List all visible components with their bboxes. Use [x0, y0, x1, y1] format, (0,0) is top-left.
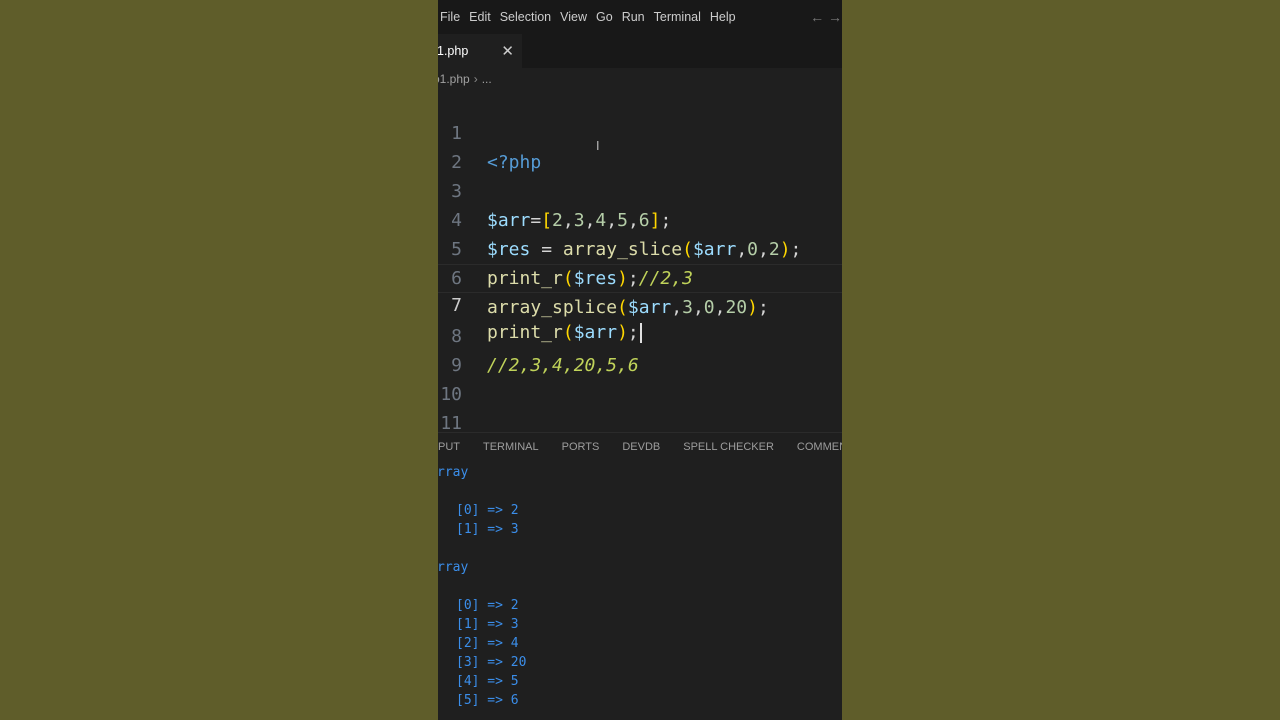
output-line: [2] => 4 [456, 636, 519, 651]
close-icon[interactable]: ✕ [501, 42, 514, 60]
code-editor[interactable]: I 1 <?php 2 3 $arr=[2,3,4,5,6]; 4 $res =… [438, 90, 842, 430]
breadcrumb-rest[interactable]: ... [482, 72, 492, 86]
breadcrumb-file[interactable]: o1.php [438, 72, 470, 86]
panel-tabs: PUT TERMINAL PORTS DEVDB SPELL CHECKER C… [438, 432, 842, 461]
code-line: 2 [438, 119, 842, 173]
code-line: 4 $res = array_slice($arr,0,2); [438, 177, 842, 260]
output-line: [3] => 20 [456, 655, 527, 670]
breadcrumb: o1.php › ... [438, 68, 842, 90]
output-line: [1] => 3 [456, 617, 519, 632]
nav-arrows-icon[interactable]: ← → [810, 9, 842, 25]
chevron-right-icon: › [473, 72, 478, 86]
menu-go[interactable]: Go [596, 10, 622, 24]
output-line: rray [438, 560, 469, 575]
vscode-window: File Edit Selection View Go Run Terminal… [438, 0, 842, 720]
output-line: [0] => 2 [456, 598, 519, 613]
editor-tab[interactable]: 1.php ✕ [438, 34, 522, 68]
code-line: 8 //2,3,4,20,5,6 [438, 293, 842, 376]
output-line: rray [438, 465, 469, 480]
tab-output[interactable]: PUT [438, 441, 460, 453]
menu-run[interactable]: Run [622, 10, 654, 24]
tab-terminal[interactable]: TERMINAL [483, 441, 539, 453]
menu-view[interactable]: View [560, 10, 596, 24]
output-line: [0] => 2 [456, 503, 519, 518]
tab-comments[interactable]: COMMENTS [797, 441, 842, 453]
menu-edit[interactable]: Edit [469, 10, 500, 24]
code-line: 3 $arr=[2,3,4,5,6]; [438, 148, 842, 231]
output-panel[interactable]: rray [0] => 2 [1] => 3 rray [0] => 2 [1] => 3… [438, 462, 842, 720]
code-line: 6 array_splice($arr,3,0,20); [438, 235, 842, 318]
output-line: [1] => 3 [456, 522, 519, 537]
code-line: 5 print_r($res);//2,3 [438, 206, 842, 289]
menu-file[interactable]: File [440, 10, 469, 24]
tab-spell-checker[interactable]: SPELL CHECKER [683, 441, 774, 453]
code-line: 1 <?php [438, 90, 842, 173]
code-line: 11 //https://mmantratech.com/ [438, 380, 842, 430]
menu-bar: File Edit Selection View Go Run Terminal… [438, 0, 842, 34]
menu-terminal[interactable]: Terminal [654, 10, 710, 24]
output-line: [4] => 5 [456, 674, 519, 689]
code-line-current: 7 print_r($arr); [438, 264, 842, 343]
code-line: 9 [438, 322, 842, 376]
menu-help[interactable]: Help [710, 10, 745, 24]
code-line: 12 [438, 409, 842, 430]
tab-devdb[interactable]: DEVDB [622, 441, 660, 453]
code-line: 10 [438, 351, 842, 405]
tab-bar: 1.php ✕ [438, 34, 842, 68]
output-line: [5] => 6 [456, 693, 519, 708]
tab-ports[interactable]: PORTS [562, 441, 600, 453]
tab-filename: 1.php [438, 44, 469, 58]
menu-selection[interactable]: Selection [500, 10, 560, 24]
